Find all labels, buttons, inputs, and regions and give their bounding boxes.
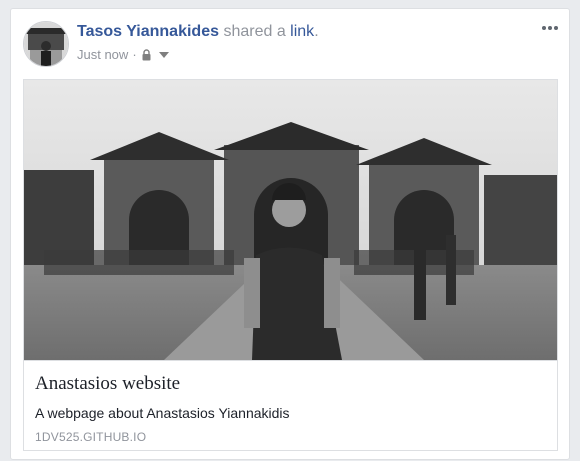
more-dots-icon[interactable] (541, 23, 559, 33)
meta-separator: · (132, 47, 137, 62)
period: . (314, 23, 319, 40)
author-name[interactable]: Tasos Yiannakides (77, 23, 219, 40)
link-domain: 1DV525.GITHUB.IO (35, 430, 147, 444)
link-title[interactable]: Anastasios website (35, 373, 180, 395)
post-header: Tasos Yiannakides shared a link. (77, 23, 319, 41)
link-preview-image (24, 80, 557, 360)
timestamp[interactable]: Just now (77, 47, 128, 62)
post-meta: Just now · (77, 47, 169, 62)
link-description: A webpage about Anastasios Yiannakidis (35, 405, 290, 421)
action-text: shared a (223, 23, 286, 40)
avatar-image (24, 22, 68, 66)
link-word[interactable]: link (290, 23, 314, 40)
link-preview-card[interactable]: Anastasios website A webpage about Anast… (23, 79, 558, 451)
avatar[interactable] (23, 21, 69, 67)
link-preview-text: Anastasios website A webpage about Anast… (24, 360, 557, 451)
chevron-down-icon[interactable] (158, 51, 169, 58)
lock-icon (142, 48, 151, 60)
feed-post: Tasos Yiannakides shared a link. Just no… (10, 8, 570, 460)
